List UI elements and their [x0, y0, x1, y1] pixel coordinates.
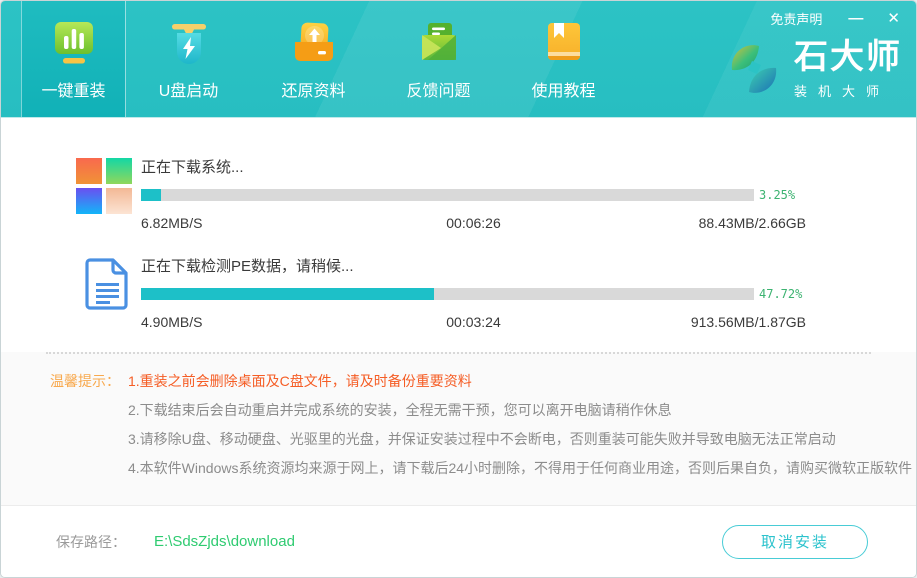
- progress-bar: [141, 189, 754, 201]
- disclaimer-link[interactable]: 免责声明: [770, 9, 822, 28]
- tips-label: 温馨提示：: [50, 367, 128, 483]
- app-window: 一键重装 U盘启动: [0, 0, 917, 578]
- brand-name: 石大师: [794, 39, 902, 75]
- download-title: 正在下载系统...: [141, 156, 811, 177]
- tab-restore-data[interactable]: 还原资料: [251, 1, 376, 117]
- tab-label: 使用教程: [531, 77, 595, 101]
- progress-percent: 3.25%: [759, 188, 811, 202]
- restore-data-icon: [289, 18, 339, 68]
- chart-bars-icon: [49, 18, 99, 68]
- download-size: 913.56MB/1.87GB: [584, 314, 806, 330]
- download-speed: 6.82MB/S: [141, 215, 363, 231]
- document-icon: [85, 257, 131, 311]
- nav-tabs: 一键重装 U盘启动: [21, 1, 626, 117]
- tutorial-book-icon: [539, 18, 589, 68]
- brand-logo-block: 石大师 装机大师: [722, 37, 902, 101]
- footer-bar: 保存路径： E:\SdsZjds\download 取消安装: [1, 505, 916, 577]
- download-size: 88.43MB/2.66GB: [584, 215, 806, 231]
- download-row-system: 正在下载系统... 3.25% 6.82MB/S 00:06:26 88.43M…: [1, 118, 916, 231]
- tip-item-3: 3.请移除U盘、移动硬盘、光驱里的光盘，并保证安装过程中不会断电，否则重装可能失…: [128, 425, 912, 454]
- progress-percent: 47.72%: [759, 287, 811, 301]
- tab-tutorial[interactable]: 使用教程: [501, 1, 626, 117]
- tip-item-2: 2.下载结束后会自动重启并完成系统的安装，全程无需干预，您可以离开电脑请稍作休息: [128, 396, 912, 425]
- tip-item-4: 4.本软件Windows系统资源均来源于网上，请下载后24小时删除，不得用于任何…: [128, 454, 912, 483]
- tab-label: 一键重装: [41, 77, 105, 101]
- download-time-remaining: 00:06:26: [363, 215, 585, 231]
- brand-subtitle: 装机大师: [794, 81, 902, 100]
- tab-feedback[interactable]: 反馈问题: [376, 1, 501, 117]
- dotted-divider: [46, 352, 871, 354]
- save-path-label: 保存路径：: [56, 532, 126, 552]
- tab-label: U盘启动: [159, 77, 219, 101]
- tab-label: 反馈问题: [406, 77, 470, 101]
- tab-label: 还原资料: [281, 77, 345, 101]
- tip-item-1: 1.重装之前会删除桌面及C盘文件，请及时备份重要资料: [128, 367, 912, 396]
- download-row-pe-data: 正在下载检测PE数据，请稍候... 47.72% 4.90MB/S 00:03:…: [1, 231, 916, 330]
- download-title: 正在下载检测PE数据，请稍候...: [141, 255, 811, 276]
- tab-one-key-reinstall[interactable]: 一键重装: [21, 1, 126, 117]
- download-panel: 正在下载系统... 3.25% 6.82MB/S 00:06:26 88.43M…: [1, 118, 916, 352]
- windows-logo-icon: [76, 158, 132, 214]
- close-button[interactable]: ✕: [883, 11, 904, 27]
- cancel-install-button[interactable]: 取消安装: [722, 525, 868, 559]
- brand-leaf-icon: [722, 37, 786, 101]
- header-bar: 一键重装 U盘启动: [1, 1, 916, 118]
- tips-section: 温馨提示： 1.重装之前会删除桌面及C盘文件，请及时备份重要资料 2.下载结束后…: [1, 352, 916, 505]
- progress-bar: [141, 288, 754, 300]
- feedback-mail-icon: [414, 18, 464, 68]
- download-speed: 4.90MB/S: [141, 314, 363, 330]
- window-controls: 免责声明 — ✕: [770, 9, 904, 28]
- tab-usb-boot[interactable]: U盘启动: [126, 1, 251, 117]
- tips-list: 1.重装之前会删除桌面及C盘文件，请及时备份重要资料 2.下载结束后会自动重启并…: [128, 367, 912, 483]
- minimize-button[interactable]: —: [844, 11, 867, 27]
- usb-drive-icon: [164, 18, 214, 68]
- download-time-remaining: 00:03:24: [363, 314, 585, 330]
- save-path-link[interactable]: E:\SdsZjds\download: [154, 533, 295, 550]
